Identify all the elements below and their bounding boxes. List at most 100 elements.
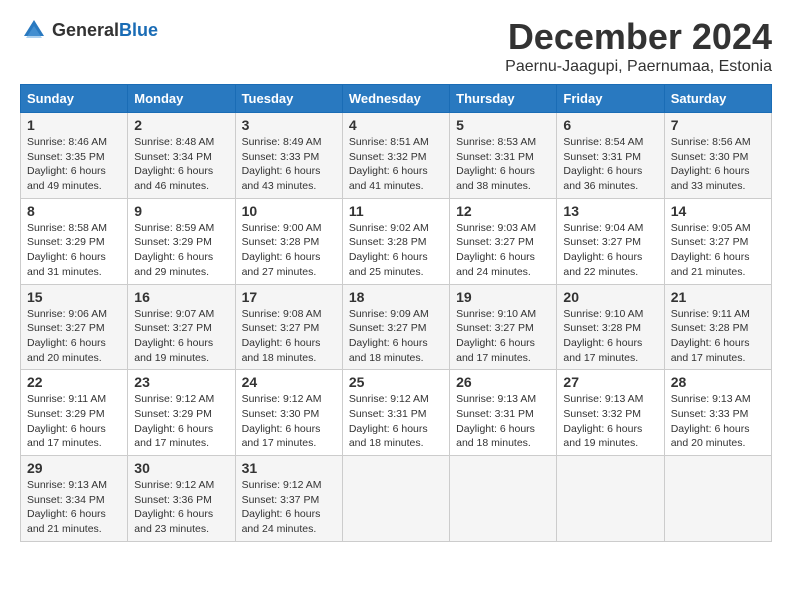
day-number: 29	[27, 460, 121, 476]
calendar-cell: 29 Sunrise: 9:13 AMSunset: 3:34 PMDaylig…	[21, 456, 128, 542]
page-title: December 2024	[505, 16, 772, 58]
day-number: 8	[27, 203, 121, 219]
weekday-header-saturday: Saturday	[664, 85, 771, 113]
calendar-cell: 3 Sunrise: 8:49 AMSunset: 3:33 PMDayligh…	[235, 113, 342, 199]
day-info: Sunrise: 9:12 AMSunset: 3:29 PMDaylight:…	[134, 393, 214, 449]
day-info: Sunrise: 8:51 AMSunset: 3:32 PMDaylight:…	[349, 136, 429, 192]
day-number: 14	[671, 203, 765, 219]
page-subtitle: Paernu-Jaagupi, Paernumaa, Estonia	[505, 58, 772, 76]
calendar-cell: 9 Sunrise: 8:59 AMSunset: 3:29 PMDayligh…	[128, 198, 235, 284]
day-number: 9	[134, 203, 228, 219]
day-number: 23	[134, 374, 228, 390]
calendar-week-row: 15 Sunrise: 9:06 AMSunset: 3:27 PMDaylig…	[21, 284, 772, 370]
weekday-header-monday: Monday	[128, 85, 235, 113]
day-info: Sunrise: 9:10 AMSunset: 3:27 PMDaylight:…	[456, 308, 536, 364]
calendar-cell: 8 Sunrise: 8:58 AMSunset: 3:29 PMDayligh…	[21, 198, 128, 284]
calendar-cell	[342, 456, 449, 542]
day-number: 7	[671, 117, 765, 133]
day-number: 1	[27, 117, 121, 133]
calendar-cell: 26 Sunrise: 9:13 AMSunset: 3:31 PMDaylig…	[450, 370, 557, 456]
calendar-cell: 24 Sunrise: 9:12 AMSunset: 3:30 PMDaylig…	[235, 370, 342, 456]
day-info: Sunrise: 9:12 AMSunset: 3:31 PMDaylight:…	[349, 393, 429, 449]
calendar-cell: 12 Sunrise: 9:03 AMSunset: 3:27 PMDaylig…	[450, 198, 557, 284]
calendar-cell: 2 Sunrise: 8:48 AMSunset: 3:34 PMDayligh…	[128, 113, 235, 199]
day-number: 2	[134, 117, 228, 133]
day-info: Sunrise: 9:06 AMSunset: 3:27 PMDaylight:…	[27, 308, 107, 364]
day-number: 20	[563, 289, 657, 305]
calendar-cell: 5 Sunrise: 8:53 AMSunset: 3:31 PMDayligh…	[450, 113, 557, 199]
day-number: 19	[456, 289, 550, 305]
day-number: 27	[563, 374, 657, 390]
calendar-cell: 18 Sunrise: 9:09 AMSunset: 3:27 PMDaylig…	[342, 284, 449, 370]
day-number: 18	[349, 289, 443, 305]
calendar-table: SundayMondayTuesdayWednesdayThursdayFrid…	[20, 84, 772, 542]
weekday-header-tuesday: Tuesday	[235, 85, 342, 113]
calendar-cell: 13 Sunrise: 9:04 AMSunset: 3:27 PMDaylig…	[557, 198, 664, 284]
calendar-cell: 28 Sunrise: 9:13 AMSunset: 3:33 PMDaylig…	[664, 370, 771, 456]
day-info: Sunrise: 9:08 AMSunset: 3:27 PMDaylight:…	[242, 308, 322, 364]
day-number: 5	[456, 117, 550, 133]
day-info: Sunrise: 9:05 AMSunset: 3:27 PMDaylight:…	[671, 222, 751, 278]
calendar-cell: 27 Sunrise: 9:13 AMSunset: 3:32 PMDaylig…	[557, 370, 664, 456]
day-number: 21	[671, 289, 765, 305]
day-info: Sunrise: 8:59 AMSunset: 3:29 PMDaylight:…	[134, 222, 214, 278]
day-info: Sunrise: 9:12 AMSunset: 3:36 PMDaylight:…	[134, 479, 214, 535]
calendar-cell: 25 Sunrise: 9:12 AMSunset: 3:31 PMDaylig…	[342, 370, 449, 456]
day-info: Sunrise: 9:04 AMSunset: 3:27 PMDaylight:…	[563, 222, 643, 278]
day-number: 13	[563, 203, 657, 219]
calendar-cell	[664, 456, 771, 542]
day-number: 11	[349, 203, 443, 219]
calendar-week-row: 29 Sunrise: 9:13 AMSunset: 3:34 PMDaylig…	[21, 456, 772, 542]
day-number: 15	[27, 289, 121, 305]
day-number: 10	[242, 203, 336, 219]
calendar-cell: 1 Sunrise: 8:46 AMSunset: 3:35 PMDayligh…	[21, 113, 128, 199]
day-info: Sunrise: 8:56 AMSunset: 3:30 PMDaylight:…	[671, 136, 751, 192]
calendar-cell: 20 Sunrise: 9:10 AMSunset: 3:28 PMDaylig…	[557, 284, 664, 370]
calendar-cell: 31 Sunrise: 9:12 AMSunset: 3:37 PMDaylig…	[235, 456, 342, 542]
calendar-cell	[450, 456, 557, 542]
calendar-week-row: 8 Sunrise: 8:58 AMSunset: 3:29 PMDayligh…	[21, 198, 772, 284]
day-info: Sunrise: 9:03 AMSunset: 3:27 PMDaylight:…	[456, 222, 536, 278]
day-number: 3	[242, 117, 336, 133]
weekday-header-wednesday: Wednesday	[342, 85, 449, 113]
calendar-cell: 17 Sunrise: 9:08 AMSunset: 3:27 PMDaylig…	[235, 284, 342, 370]
calendar-cell: 15 Sunrise: 9:06 AMSunset: 3:27 PMDaylig…	[21, 284, 128, 370]
day-info: Sunrise: 9:13 AMSunset: 3:31 PMDaylight:…	[456, 393, 536, 449]
calendar-cell: 19 Sunrise: 9:10 AMSunset: 3:27 PMDaylig…	[450, 284, 557, 370]
calendar-cell: 4 Sunrise: 8:51 AMSunset: 3:32 PMDayligh…	[342, 113, 449, 199]
day-info: Sunrise: 9:13 AMSunset: 3:33 PMDaylight:…	[671, 393, 751, 449]
day-number: 31	[242, 460, 336, 476]
day-info: Sunrise: 9:10 AMSunset: 3:28 PMDaylight:…	[563, 308, 643, 364]
calendar-week-row: 22 Sunrise: 9:11 AMSunset: 3:29 PMDaylig…	[21, 370, 772, 456]
logo-text: GeneralBlue	[52, 20, 158, 41]
calendar-cell: 16 Sunrise: 9:07 AMSunset: 3:27 PMDaylig…	[128, 284, 235, 370]
calendar-cell: 23 Sunrise: 9:12 AMSunset: 3:29 PMDaylig…	[128, 370, 235, 456]
calendar-cell	[557, 456, 664, 542]
day-info: Sunrise: 9:11 AMSunset: 3:29 PMDaylight:…	[27, 393, 106, 449]
day-number: 17	[242, 289, 336, 305]
calendar-cell: 7 Sunrise: 8:56 AMSunset: 3:30 PMDayligh…	[664, 113, 771, 199]
weekday-header-row: SundayMondayTuesdayWednesdayThursdayFrid…	[21, 85, 772, 113]
day-info: Sunrise: 9:09 AMSunset: 3:27 PMDaylight:…	[349, 308, 429, 364]
day-info: Sunrise: 9:02 AMSunset: 3:28 PMDaylight:…	[349, 222, 429, 278]
page-header: GeneralBlue December 2024 Paernu-Jaagupi…	[20, 16, 772, 76]
title-area: December 2024 Paernu-Jaagupi, Paernumaa,…	[505, 16, 772, 76]
logo: GeneralBlue	[20, 16, 158, 44]
day-info: Sunrise: 9:12 AMSunset: 3:30 PMDaylight:…	[242, 393, 322, 449]
day-number: 22	[27, 374, 121, 390]
calendar-cell: 10 Sunrise: 9:00 AMSunset: 3:28 PMDaylig…	[235, 198, 342, 284]
calendar-cell: 11 Sunrise: 9:02 AMSunset: 3:28 PMDaylig…	[342, 198, 449, 284]
day-number: 12	[456, 203, 550, 219]
day-info: Sunrise: 9:13 AMSunset: 3:34 PMDaylight:…	[27, 479, 107, 535]
day-info: Sunrise: 8:48 AMSunset: 3:34 PMDaylight:…	[134, 136, 214, 192]
calendar-week-row: 1 Sunrise: 8:46 AMSunset: 3:35 PMDayligh…	[21, 113, 772, 199]
day-info: Sunrise: 8:46 AMSunset: 3:35 PMDaylight:…	[27, 136, 107, 192]
calendar-cell: 22 Sunrise: 9:11 AMSunset: 3:29 PMDaylig…	[21, 370, 128, 456]
day-info: Sunrise: 8:53 AMSunset: 3:31 PMDaylight:…	[456, 136, 536, 192]
weekday-header-friday: Friday	[557, 85, 664, 113]
logo-icon	[20, 16, 48, 44]
day-info: Sunrise: 8:49 AMSunset: 3:33 PMDaylight:…	[242, 136, 322, 192]
day-number: 4	[349, 117, 443, 133]
day-number: 28	[671, 374, 765, 390]
day-info: Sunrise: 9:13 AMSunset: 3:32 PMDaylight:…	[563, 393, 643, 449]
